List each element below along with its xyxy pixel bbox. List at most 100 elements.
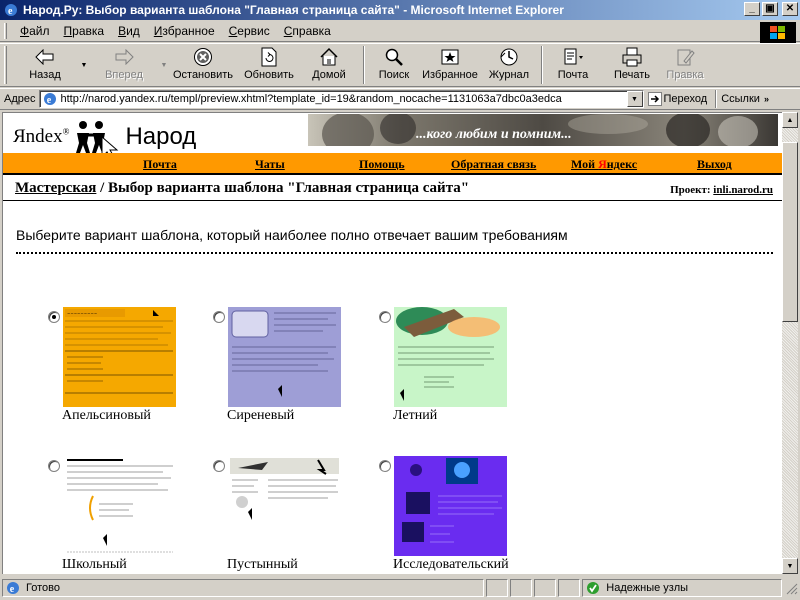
minimize-button[interactable]: _: [744, 2, 760, 16]
resize-grip-icon[interactable]: [784, 581, 798, 595]
template-thumbnail[interactable]: [228, 456, 341, 556]
home-icon: [317, 46, 341, 68]
toolbar-grip[interactable]: [4, 46, 7, 84]
history-icon: [497, 46, 521, 68]
template-name: Исследовательский: [393, 557, 509, 572]
close-button[interactable]: ✕: [782, 2, 798, 16]
menu-help[interactable]: Справка: [277, 22, 338, 40]
address-bar: Адрес e ▼ Переход Ссылки »: [0, 88, 800, 110]
maximize-button[interactable]: ▣: [762, 2, 778, 16]
svg-text:e: e: [8, 6, 13, 17]
menu-bar: Файл Правка Вид Избранное Сервис Справка: [0, 20, 800, 42]
project-link[interactable]: inli.narod.ru: [713, 184, 773, 196]
forward-dropdown[interactable]: ▼: [159, 44, 169, 86]
back-dropdown[interactable]: ▼: [79, 44, 89, 86]
nav-exit-link[interactable]: Выход: [697, 157, 732, 172]
menu-tools[interactable]: Сервис: [222, 22, 277, 40]
template-radio[interactable]: [379, 311, 391, 323]
stop-icon: [191, 46, 215, 68]
template-radio[interactable]: [213, 311, 225, 323]
refresh-icon: [257, 46, 281, 68]
address-field[interactable]: e ▼: [38, 90, 644, 108]
chevron-right-icon[interactable]: »: [764, 94, 769, 104]
scroll-up-button[interactable]: ▲: [782, 112, 798, 128]
status-cell: [510, 579, 533, 597]
template-thumbnail[interactable]: [228, 307, 341, 407]
print-button[interactable]: Печать: [603, 44, 661, 86]
history-button[interactable]: Журнал: [483, 44, 535, 86]
site-nav-bar: Почта Чаты Помощь Обратная связь Мой Янд…: [3, 153, 782, 175]
nav-help-link[interactable]: Помощь: [359, 157, 405, 172]
banner-image: ...кого любим и помним...: [308, 114, 778, 146]
nav-chats-link[interactable]: Чаты: [255, 157, 285, 172]
go-arrow-icon: [647, 92, 662, 106]
back-arrow-icon: [33, 46, 57, 68]
template-radio[interactable]: [48, 311, 60, 323]
edit-pencil-icon: [673, 46, 697, 68]
favorites-button[interactable]: Избранное: [417, 44, 483, 86]
template-thumbnail[interactable]: [394, 307, 507, 407]
refresh-button[interactable]: Обновить: [237, 44, 301, 86]
ie-icon: e: [3, 2, 19, 18]
standard-toolbar: Назад ▼ Вперед ▼ Остановить Обновить Дом…: [0, 43, 800, 87]
logo-yandex-text: Яndex®: [13, 126, 70, 147]
template-thumbnail[interactable]: ∼∼∼∼∼∼∼∼∼: [63, 307, 176, 407]
links-separator: [715, 90, 718, 108]
home-button[interactable]: Домой: [301, 44, 357, 86]
status-cell: [558, 579, 581, 597]
mail-button[interactable]: Почта: [549, 44, 597, 86]
menu-grip[interactable]: [4, 22, 7, 39]
status-bar: e Готово Надежные узлы: [0, 576, 800, 600]
forward-button[interactable]: Вперед: [89, 44, 159, 86]
template-name: Школьный: [62, 557, 127, 572]
scroll-down-button[interactable]: ▼: [782, 558, 798, 574]
template-name: Сиреневый: [227, 408, 295, 423]
svg-text:∼∼∼∼∼∼∼∼∼: ∼∼∼∼∼∼∼∼∼: [67, 311, 97, 316]
site-header: Яndex® Народ ...кого любим и помним...: [3, 113, 782, 160]
go-button[interactable]: Переход: [647, 92, 707, 106]
template-radio[interactable]: [48, 460, 60, 472]
project-info: Проект: inli.narod.ru: [670, 184, 773, 196]
stop-button[interactable]: Остановить: [169, 44, 237, 86]
site-logo[interactable]: Яndex® Народ: [13, 117, 197, 160]
forward-arrow-icon: [112, 46, 136, 68]
vertical-scrollbar[interactable]: ▲ ▼: [782, 112, 798, 574]
template-name: Пустынный: [227, 557, 298, 572]
template-name: Летний: [393, 408, 438, 423]
title-bar: e Народ.Ру: Выбор варианта шаблона "Глав…: [0, 0, 800, 20]
address-dropdown[interactable]: ▼: [626, 91, 643, 107]
template-radio[interactable]: [379, 460, 391, 472]
logo-narod-text: Народ: [125, 123, 197, 150]
edit-button[interactable]: Правка: [661, 44, 709, 86]
links-button[interactable]: Ссылки: [721, 93, 760, 105]
windows-logo-icon: [760, 22, 796, 44]
scroll-thumb[interactable]: [782, 142, 798, 322]
search-button[interactable]: Поиск: [371, 44, 417, 86]
toolbar-separator: [363, 46, 365, 84]
template-thumbnail[interactable]: [63, 456, 176, 556]
intro-text: Выберите вариант шаблона, который наибол…: [16, 227, 568, 243]
template-thumbnail[interactable]: [394, 456, 507, 556]
template-name: Апельсиновый: [62, 408, 151, 423]
menu-view[interactable]: Вид: [111, 22, 147, 40]
address-label: Адрес: [4, 93, 36, 105]
svg-text:e: e: [46, 95, 51, 106]
status-text-cell: e Готово: [2, 579, 485, 597]
printer-icon: [620, 46, 644, 68]
menu-edit[interactable]: Правка: [57, 22, 112, 40]
trusted-zone-icon: [586, 581, 600, 595]
people-logo-icon: [69, 117, 125, 160]
page-icon: e: [42, 92, 58, 106]
nav-feedback-link[interactable]: Обратная связь: [451, 157, 536, 172]
banner-caption: ...кого любим и помним...: [416, 127, 572, 142]
nav-mail-link[interactable]: Почта: [143, 157, 177, 172]
back-button[interactable]: Назад: [11, 44, 79, 86]
address-input[interactable]: [60, 93, 621, 105]
template-radio[interactable]: [213, 460, 225, 472]
menu-favorites[interactable]: Избранное: [147, 22, 222, 40]
favorites-icon: [438, 46, 462, 68]
page-content: Яndex® Народ ...кого любим и помним... П…: [2, 112, 782, 574]
breadcrumb-workshop-link[interactable]: Мастерская: [15, 180, 96, 196]
nav-my-yandex-link[interactable]: Мой Яндекс: [571, 157, 637, 172]
menu-file[interactable]: Файл: [13, 22, 57, 40]
